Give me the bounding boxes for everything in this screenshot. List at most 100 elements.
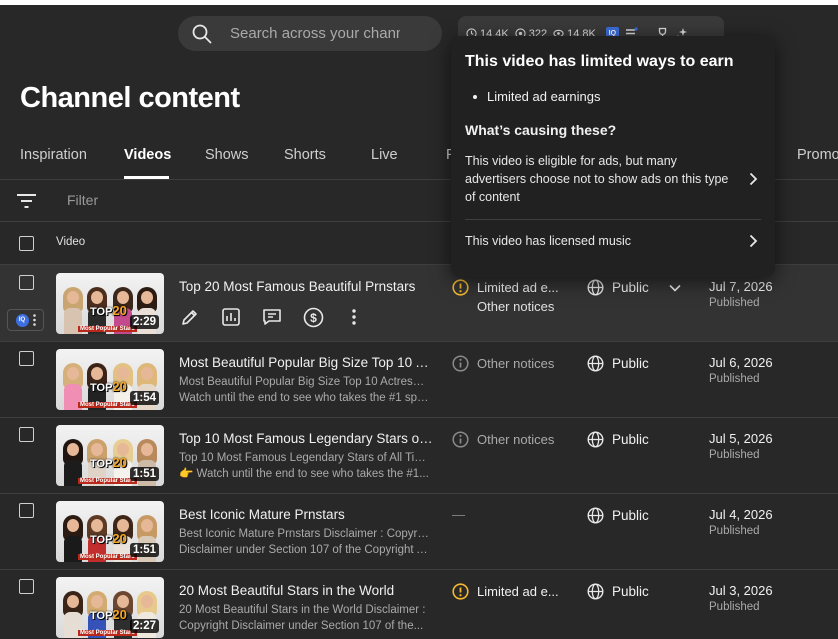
video-thumbnail[interactable]: TOP20 Most Popular Stars 2:29 [56,273,164,334]
table-row[interactable]: TOP20 Most Popular Stars 1:51 Best Iconi… [0,493,838,569]
video-duration: 2:27 [129,619,159,633]
filter-icon[interactable] [17,194,36,208]
monetization-button[interactable]: $ [302,306,324,328]
select-all-checkbox[interactable] [19,236,34,251]
publish-date: Jul 4, 2026 [709,507,773,522]
reason-licensed-music[interactable]: This video has licensed music [465,232,760,250]
restrictions-cell[interactable]: Other notices [452,355,554,372]
globe-icon [587,279,604,296]
video-thumbnail[interactable]: TOP20 Most Popular Stars 1:51 [56,501,164,562]
restriction-sub: Other notices [477,299,555,314]
comment-icon [263,309,281,325]
restriction-label: — [452,507,465,522]
row-checkbox[interactable] [19,275,34,290]
thumbnail-caption: Most Popular Stars [78,478,137,484]
tab-videos[interactable]: Videos [124,147,171,163]
table-row[interactable]: TOP20 Most Popular Stars 1:51 Top 10 Mos… [0,417,838,493]
globe-icon [587,507,604,524]
tab-live[interactable]: Live [371,147,398,163]
restrictions-cell[interactable]: Other notices [452,431,554,448]
video-description: Top 10 Most Famous Legendary Stars of Al… [179,450,429,482]
video-title[interactable]: Best Iconic Mature Prnstars [179,507,434,522]
vidiq-row-button[interactable]: IQ [7,309,44,331]
publish-date: Jul 6, 2026 [709,355,773,370]
description-line: Most Beautiful Popular Big Size Top 10 A… [179,376,429,388]
row-checkbox[interactable] [19,427,34,442]
video-duration: 1:54 [129,391,159,405]
video-thumbnail[interactable]: TOP20 Most Popular Stars 1:51 [56,425,164,486]
video-title[interactable]: Most Beautiful Popular Big Size Top 10 A… [179,355,434,370]
search-input[interactable] [228,24,402,43]
visibility-label: Public [612,508,649,523]
video-thumbnail[interactable]: TOP20 Most Popular Stars 2:27 [56,577,164,638]
row-checkbox[interactable] [19,579,34,594]
tab-shorts[interactable]: Shorts [284,147,326,163]
globe-icon [587,431,604,448]
video-thumbnail[interactable]: TOP20 Most Popular Stars 1:54 [56,349,164,410]
visibility-label: Public [612,280,649,295]
visibility-cell[interactable]: Public [587,355,649,372]
chevron-right-icon [749,172,758,186]
globe-icon [587,583,604,600]
restrictions-cell: — [452,507,465,522]
description-line: Top 10 Most Famous Legendary Stars of Al… [179,452,429,464]
table-row[interactable]: TOP20 Most Popular Stars 2:27 20 Most Be… [0,569,838,639]
description-line: Best Iconic Mature Prnstars Disclaimer :… [179,528,429,540]
date-cell: Jul 6, 2026 Published [709,355,773,385]
analytics-icon [222,308,240,326]
analytics-button[interactable] [220,306,242,328]
svg-text:$: $ [310,311,317,325]
popup-title: This video has limited ways to earn [465,53,734,70]
visibility-cell[interactable]: Public [587,583,649,600]
restrictions-cell[interactable]: Limited ad e... [452,583,559,600]
video-title[interactable]: Top 10 Most Famous Legendary Stars of A.… [179,431,434,446]
tab-inspiration[interactable]: Inspiration [20,147,87,163]
visibility-cell[interactable]: Public [587,279,681,296]
info-circle-icon [452,355,469,372]
restriction-label: Other notices [477,432,555,447]
row-actions: $ [179,306,365,328]
reason-ad-suitability[interactable]: This video is eligible for ads, but many… [465,152,760,206]
options-button[interactable] [343,306,365,328]
publish-status: Published [709,297,760,309]
publish-status: Published [709,373,760,385]
description-line: 20 Most Beautiful Stars in the World Dis… [179,604,426,616]
thumbnail-text: TOP20 [90,379,127,394]
warning-circle-icon [452,583,469,600]
filter-input[interactable]: Filter [67,192,98,208]
video-description: 20 Most Beautiful Stars in the World Dis… [179,602,429,634]
column-header-video: Video [56,236,86,248]
thumbnail-caption: Most Popular Stars [78,326,137,332]
video-title[interactable]: 20 Most Beautiful Stars in the World [179,583,434,598]
tab-shows[interactable]: Shows [205,147,249,163]
description-line: Disclaimer under Section 107 of the Copy… [179,544,429,556]
edit-button[interactable] [179,306,201,328]
warning-circle-icon [452,279,469,296]
reason-text: This video is eligible for ads, but many… [465,154,729,204]
video-title[interactable]: Top 20 Most Famous Beautiful Prnstars [179,279,434,294]
row-checkbox[interactable] [19,503,34,518]
restriction-label: Limited ad e... [477,584,559,599]
thumbnail-text: TOP20 [90,303,127,318]
row-checkbox[interactable] [19,351,34,366]
visibility-cell[interactable]: Public [587,507,649,524]
tab-promotions[interactable]: Promo [797,147,838,163]
video-description: Most Beautiful Popular Big Size Top 10 A… [179,374,429,406]
publish-date: Jul 5, 2026 [709,431,773,446]
video-description: Best Iconic Mature Prnstars Disclaimer :… [179,526,429,558]
restrictions-cell[interactable]: Limited ad e... Other notices [452,279,559,314]
search-box[interactable] [178,16,442,51]
date-cell: Jul 3, 2026 Published [709,583,773,613]
chevron-down-icon[interactable] [669,284,681,292]
comments-button[interactable] [261,306,283,328]
search-icon [192,24,212,43]
date-cell: Jul 5, 2026 Published [709,431,773,461]
publish-date: Jul 7, 2026 [709,279,773,294]
visibility-cell[interactable]: Public [587,431,649,448]
description-line: Copyright Disclaimer under Section 107 o… [179,620,424,632]
publish-status: Published [709,449,760,461]
more-vert-icon [352,309,356,325]
restriction-label: Other notices [477,356,555,371]
popup-divider [465,219,761,220]
table-row[interactable]: TOP20 Most Popular Stars 1:54 Most Beaut… [0,341,838,417]
